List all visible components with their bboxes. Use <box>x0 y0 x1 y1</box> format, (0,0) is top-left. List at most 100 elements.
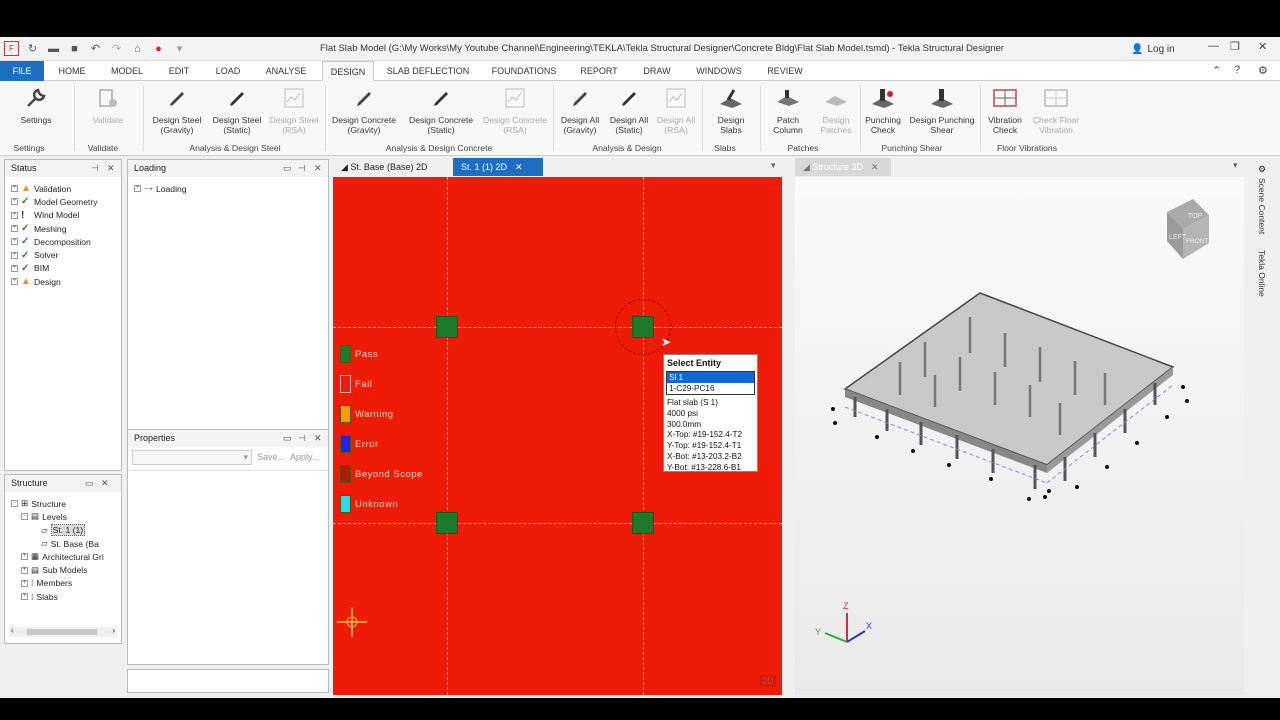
stop-icon[interactable]: ● <box>151 41 166 56</box>
tab-slab-deflection[interactable]: SLAB DEFLECTION <box>382 61 474 81</box>
tree-item-level-base[interactable]: ▱ St. Base (Ba <box>11 537 104 550</box>
tab-load[interactable]: LOAD <box>208 61 248 81</box>
login-button[interactable]: 👤 Log in <box>1127 41 1189 57</box>
pin-icon[interactable]: ⊣ <box>298 160 306 177</box>
undo-icon[interactable]: ↶ <box>88 41 103 56</box>
close-window-icon[interactable]: ✕ <box>1258 40 1267 53</box>
status-item-meshing[interactable]: + ✓ Meshing <box>11 222 98 235</box>
tab-edit[interactable]: EDIT <box>160 61 198 81</box>
tree-item-architectural-grids[interactable]: + ▦ Architectural Gri <box>11 550 104 563</box>
close-tab-icon[interactable]: ✕ <box>871 162 879 172</box>
column-patch[interactable] <box>632 512 654 534</box>
structure-root[interactable]: − ⊞ Structure <box>11 497 104 510</box>
scene-content-tab[interactable]: Scene Content <box>1257 178 1267 234</box>
tab-base-2d[interactable]: ◢ St. Base (Base) 2D <box>333 158 451 176</box>
tab-windows[interactable]: WINDOWS <box>690 61 748 81</box>
view-cube-top[interactable]: TOP <box>1188 213 1203 220</box>
close-icon[interactable]: ✕ <box>314 160 322 177</box>
tab-foundations[interactable]: FOUNDATIONS <box>484 61 564 81</box>
close-icon[interactable]: ✕ <box>107 160 115 177</box>
scroll-left-icon[interactable]: ‹ <box>11 626 14 635</box>
entity-list[interactable]: Sl 1 1-C29-PC16 <box>666 371 755 395</box>
maximize-icon[interactable]: ▭ <box>283 160 292 177</box>
entity-option-slab[interactable]: Sl 1 <box>667 372 754 383</box>
tab-st1-2d[interactable]: St. 1 (1) 2D ✕ <box>453 158 543 176</box>
validate-button[interactable]: Validate <box>84 85 132 125</box>
tab-structure-3d[interactable]: ◢ Structure 3D ✕ <box>795 158 891 176</box>
design-concrete-static-button[interactable]: Design Concrete (Static) <box>404 85 478 135</box>
tab-report[interactable]: REPORT <box>574 61 624 81</box>
save-icon[interactable]: ■ <box>67 41 82 56</box>
status-item-decomposition[interactable]: + ✓ Decomposition <box>11 235 98 248</box>
tab-home[interactable]: HOME <box>52 61 92 81</box>
redo-icon[interactable]: ↷ <box>109 41 124 56</box>
maximize-icon[interactable]: ▭ <box>85 475 94 492</box>
tree-item-levels[interactable]: − ▤ Levels <box>11 510 104 523</box>
status-item-bim[interactable]: + ✓ BIM <box>11 262 98 275</box>
save-button[interactable]: Save... <box>257 452 285 462</box>
design-steel-static-button[interactable]: Design Steel (Static) <box>208 85 266 135</box>
scroll-right-icon[interactable]: › <box>112 626 115 635</box>
status-item-model-geometry[interactable]: + ✓ Model Geometry <box>11 195 98 208</box>
column-patch[interactable] <box>436 316 458 338</box>
view-splitter[interactable] <box>782 177 795 695</box>
design-all-rsa-button[interactable]: Design All (RSA) <box>654 85 698 135</box>
horizontal-scrollbar[interactable]: ‹ › <box>9 626 117 637</box>
design-steel-rsa-button[interactable]: Design Steel (RSA) <box>266 85 322 135</box>
column-patch[interactable] <box>436 512 458 534</box>
options-icon[interactable]: ⚙ <box>1258 64 1268 77</box>
properties-selector[interactable]: ▾ <box>132 450 252 465</box>
tekla-online-tab[interactable]: Tekla Online <box>1257 250 1267 297</box>
view-cube-front[interactable]: FRONT <box>1186 238 1208 245</box>
design-slabs-button[interactable]: Design Slabs <box>708 85 754 135</box>
tab-file[interactable]: FILE <box>0 61 44 81</box>
check-floor-vibration-button[interactable]: Check Floor Vibration <box>1030 85 1082 135</box>
pin-icon[interactable]: ⊣ <box>298 430 306 447</box>
design-concrete-rsa-button[interactable]: Design Concrete (RSA) <box>482 85 548 135</box>
design-punching-shear-button[interactable]: Design Punching Shear <box>908 85 976 135</box>
slab-2d-view[interactable]: ➤ Pass Fail Warning Error Beyond Scope U… <box>333 177 782 695</box>
apply-button[interactable]: Apply... <box>290 452 319 462</box>
restore-icon[interactable]: ❐ <box>1230 40 1240 53</box>
collapse-ribbon-icon[interactable]: ⌃ <box>1212 64 1221 77</box>
open-folder-icon[interactable]: ▬ <box>46 41 61 56</box>
close-icon[interactable]: ✕ <box>101 475 109 492</box>
vibration-check-button[interactable]: Vibration Check <box>984 85 1026 135</box>
view-cube[interactable]: TOP LEFT FRONT <box>1167 199 1209 259</box>
patch-column-button[interactable]: Patch Column <box>764 85 812 135</box>
tab-design[interactable]: DESIGN <box>322 61 374 81</box>
tree-item-sub-models[interactable]: + ▤ Sub Models <box>11 563 104 576</box>
close-icon[interactable]: ✕ <box>314 430 322 447</box>
tab-analyse[interactable]: ANALYSE <box>258 61 314 81</box>
status-item-design[interactable]: + ▲ Design <box>11 275 98 288</box>
tree-item-slabs[interactable]: + ⁞ Slabs <box>11 590 104 603</box>
design-patches-button[interactable]: Design Patches <box>814 85 858 135</box>
status-item-wind-model[interactable]: +! Wind Model <box>11 209 98 222</box>
tab-review[interactable]: REVIEW <box>760 61 810 81</box>
design-all-gravity-button[interactable]: Design All (Gravity) <box>556 85 604 135</box>
tab-list-icon[interactable]: ▾ <box>1233 160 1238 171</box>
maximize-icon[interactable]: ▭ <box>283 430 292 447</box>
status-item-solver[interactable]: + ✓ Solver <box>11 248 98 261</box>
lock-icon[interactable]: ⌂ <box>130 41 145 56</box>
customize-icon[interactable]: ▾ <box>172 41 187 56</box>
help-icon[interactable]: ? <box>1234 64 1240 76</box>
pin-icon[interactable]: ⊣ <box>91 160 99 177</box>
tab-list-icon[interactable]: ▾ <box>771 160 776 171</box>
close-tab-icon[interactable]: ✕ <box>515 162 523 172</box>
entity-option-column[interactable]: 1-C29-PC16 <box>667 383 754 394</box>
loading-root-item[interactable]: + ⤍ Loading <box>134 182 187 195</box>
tab-draw[interactable]: DRAW <box>634 61 680 81</box>
view-cube-left[interactable]: LEFT <box>1169 234 1187 241</box>
design-steel-gravity-button[interactable]: Design Steel (Gravity) <box>148 85 206 135</box>
status-item-validation[interactable]: + ▲ Validation <box>11 182 98 195</box>
punching-check-button[interactable]: Punching Check <box>862 85 904 135</box>
settings-button[interactable]: Settings <box>14 85 58 125</box>
tab-model[interactable]: MODEL <box>104 61 150 81</box>
new-icon[interactable]: ↻ <box>25 41 40 56</box>
scrollbar-thumb[interactable] <box>27 629 97 635</box>
design-concrete-gravity-button[interactable]: Design Concrete (Gravity) <box>330 85 398 135</box>
structure-3d-view[interactable]: TOP LEFT FRONT Z X Y <box>795 177 1244 695</box>
tree-item-level-1[interactable]: ▱ St. 1 (1) <box>11 524 104 537</box>
design-all-static-button[interactable]: Design All (Static) <box>606 85 652 135</box>
